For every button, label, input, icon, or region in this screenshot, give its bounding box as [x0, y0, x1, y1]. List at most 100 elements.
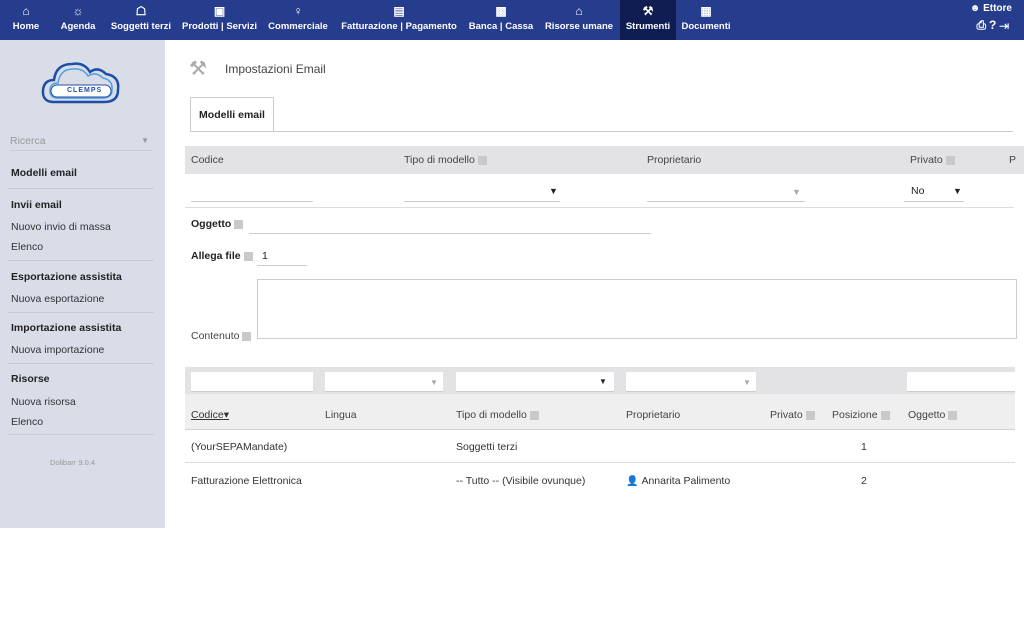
- left-sidebar: CLEMPS Ricerca ▼ Modelli email Invii ema…: [0, 40, 165, 528]
- sidebar-link-nuova-esportazione[interactable]: Nuova esportazione: [11, 293, 104, 305]
- sidebar-divider: [8, 260, 154, 261]
- form-header-tipo: Tipo di modello: [404, 154, 487, 166]
- cell-codice: Fatturazione Elettronica: [191, 475, 302, 487]
- list-header-row: Codice▾ Lingua Tipo di modello Proprieta…: [185, 394, 1015, 430]
- top-menu-bar: ⌂ Home ☼ Agenda ☖ Soggetti terzi ▣ Prodo…: [0, 0, 1024, 40]
- menu-agenda[interactable]: ☼ Agenda: [55, 0, 101, 40]
- tools-icon: ⚒: [642, 4, 654, 18]
- help-icon: [477, 155, 487, 165]
- cubes-icon: ▣: [213, 4, 226, 18]
- sidebar-divider: [8, 363, 154, 364]
- list-filter-row: ▼ ▼ ▼: [185, 367, 1015, 394]
- main-content: ⚒ Impostazioni Email Modelli email Codic…: [185, 40, 1024, 620]
- user-area: ☻ Ettore ⎙?⇥: [970, 3, 1012, 33]
- menu-documenti[interactable]: ▦ Documenti: [678, 0, 734, 40]
- chevron-down-icon: ▼: [430, 378, 438, 387]
- column-header-lingua: Lingua: [325, 409, 357, 421]
- tools-icon: ⚒: [189, 58, 207, 80]
- cell-tipo: Soggetti terzi: [456, 441, 518, 453]
- oggetto-input[interactable]: [249, 233, 651, 234]
- allega-file-input[interactable]: 1: [262, 250, 268, 262]
- filter-oggetto-input[interactable]: [907, 372, 1015, 392]
- help-icon[interactable]: ?: [989, 18, 999, 32]
- contenuto-textarea[interactable]: [257, 279, 1017, 339]
- sidebar-link-nuova-risorsa[interactable]: Nuova risorsa: [11, 396, 76, 408]
- filter-lingua-select[interactable]: [325, 372, 443, 392]
- sidebar-link-nuovo-invio[interactable]: Nuovo invio di massa: [11, 221, 111, 233]
- column-header-proprietario: Proprietario: [626, 409, 681, 421]
- menu-commerciale[interactable]: ♀ Commerciale: [265, 0, 331, 40]
- menu-prodotti-servizi[interactable]: ▣ Prodotti | Servizi: [179, 0, 260, 40]
- help-icon: [948, 410, 958, 420]
- sidebar-section-importazione[interactable]: Importazione assistita: [11, 322, 121, 334]
- form-divider: [185, 207, 1014, 208]
- sidebar-link-elenco-risorse[interactable]: Elenco: [11, 416, 43, 428]
- menu-risorse-umane[interactable]: ⌂ Risorse umane: [541, 0, 617, 40]
- chevron-down-icon: ▼: [141, 136, 149, 145]
- menu-soggetti-terzi[interactable]: ☖ Soggetti terzi: [108, 0, 174, 40]
- sidebar-link-elenco-invii[interactable]: Elenco: [11, 241, 43, 253]
- version-label: Dolibarr 9.0.4: [50, 458, 96, 467]
- help-icon: [945, 155, 955, 165]
- form-header-row: Codice Tipo di modello Proprietario Priv…: [185, 146, 1024, 174]
- codice-input[interactable]: [191, 201, 313, 202]
- menu-fatturazione-pagamento[interactable]: ▤ Fatturazione | Pagamento: [337, 0, 461, 40]
- chevron-down-icon: ▼: [953, 186, 962, 196]
- sidebar-divider: [8, 188, 154, 189]
- help-icon: [242, 331, 252, 341]
- sidebar-section-invii-email[interactable]: Invii email: [11, 199, 62, 211]
- menu-strumenti[interactable]: ⚒ Strumenti: [620, 0, 676, 40]
- filter-codice-input[interactable]: [191, 372, 313, 392]
- sidebar-search-select[interactable]: Ricerca ▼: [10, 135, 152, 151]
- tab-modelli-email[interactable]: Modelli email: [190, 97, 274, 131]
- user-icon: 👤: [626, 476, 639, 487]
- sidebar-section-esportazione[interactable]: Esportazione assistita: [11, 271, 122, 283]
- filter-proprietario-select[interactable]: [626, 372, 756, 392]
- building-icon: ☖: [135, 4, 147, 18]
- documents-icon: ▦: [700, 4, 712, 18]
- proprietario-select[interactable]: [647, 201, 805, 202]
- sidebar-link-nuova-importazione[interactable]: Nuova importazione: [11, 344, 104, 356]
- form-header-extra: P: [1009, 154, 1017, 166]
- column-header-codice[interactable]: Codice▾: [191, 409, 229, 421]
- agenda-icon: ☼: [72, 4, 84, 18]
- contenuto-label: Contenuto: [191, 330, 252, 342]
- column-header-privato: Privato: [770, 409, 815, 421]
- filter-tipo-select[interactable]: [456, 372, 614, 392]
- privato-select-value[interactable]: No: [911, 185, 924, 197]
- cell-posizione: 2: [861, 475, 867, 487]
- logo-text: CLEMPS: [67, 87, 103, 94]
- home-icon: ⌂: [22, 4, 30, 18]
- tipo-modello-select[interactable]: [404, 201, 560, 202]
- chevron-down-icon: ▼: [743, 378, 751, 387]
- logout-icon[interactable]: ⇥: [999, 18, 1012, 32]
- sidebar-section-modelli-email[interactable]: Modelli email: [11, 167, 77, 179]
- help-icon: [529, 410, 539, 420]
- sidebar-section-risorse[interactable]: Risorse: [11, 373, 50, 385]
- menu-banca-cassa[interactable]: ▩ Banca | Cassa: [465, 0, 537, 40]
- chevron-down-icon: ▼: [549, 186, 558, 196]
- help-icon: [234, 219, 244, 229]
- user-name[interactable]: ☻ Ettore: [970, 3, 1012, 14]
- column-header-tipo: Tipo di modello: [456, 409, 539, 421]
- bank-icon: ▩: [495, 4, 507, 18]
- page-title: Impostazioni Email: [225, 62, 326, 76]
- help-icon: [243, 251, 253, 261]
- row-divider: [185, 462, 1015, 463]
- allega-file-input-line: [257, 265, 307, 266]
- cell-proprietario: 👤 Annarita Palimento: [626, 475, 731, 487]
- sidebar-divider: [8, 434, 154, 435]
- allega-file-label: Allega file: [191, 250, 253, 262]
- cell-posizione: 1: [861, 441, 867, 453]
- print-icon[interactable]: ⎙: [976, 18, 989, 32]
- oggetto-label: Oggetto: [191, 218, 244, 230]
- money-icon: ▤: [393, 4, 405, 18]
- menu-home[interactable]: ⌂ Home: [6, 0, 46, 40]
- cell-codice: (YourSEPAMandate): [191, 441, 288, 453]
- cell-tipo: -- Tutto -- (Visibile ovunque): [456, 475, 586, 487]
- privato-select[interactable]: [904, 201, 964, 202]
- form-header-proprietario: Proprietario: [647, 154, 702, 166]
- help-icon: [805, 410, 815, 420]
- tab-underline: [190, 131, 1013, 132]
- company-logo[interactable]: CLEMPS: [40, 52, 122, 112]
